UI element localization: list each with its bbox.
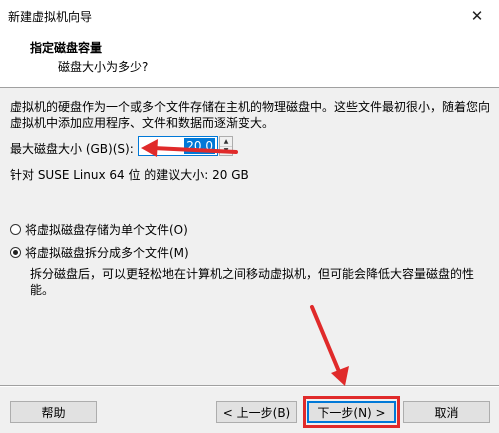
store-single-file-option[interactable]: 将虚拟磁盘存储为单个文件(O) — [10, 221, 188, 237]
close-icon: ✕ — [470, 6, 484, 25]
cancel-button[interactable]: 取消 — [403, 401, 490, 423]
disk-size-spinner[interactable]: ▲ ▼ — [219, 136, 233, 156]
annotation-arrow-icon-2 — [310, 305, 349, 386]
split-files-label: 将虚拟磁盘拆分成多个文件(M) — [25, 245, 189, 260]
next-button[interactable]: 下一步(N) > — [307, 401, 396, 423]
single-file-label: 将虚拟磁盘存储为单个文件(O) — [25, 222, 188, 237]
spin-down-button[interactable]: ▼ — [220, 146, 232, 155]
triangle-up-icon: ▲ — [223, 138, 229, 145]
radio-split-files[interactable] — [10, 246, 21, 258]
page-subtitle: 磁盘大小为多少? — [58, 60, 149, 74]
back-button[interactable]: < 上一步(B) — [216, 401, 297, 423]
window-title: 新建虚拟机向导 — [8, 10, 93, 24]
help-button[interactable]: 帮助 — [10, 401, 97, 423]
disk-size-label: 最大磁盘大小 (GB)(S): — [10, 142, 134, 156]
radio-single-file[interactable] — [10, 223, 21, 235]
recommended-size: 针对 SUSE Linux 64 位 的建议大小: 20 GB — [10, 168, 249, 182]
wizard-header: 指定磁盘容量 磁盘大小为多少? — [0, 31, 499, 88]
disk-size-field[interactable]: 20.0 — [138, 136, 218, 156]
triangle-down-icon: ▼ — [223, 147, 229, 154]
disk-description: 虚拟机的硬盘作为一个或多个文件存储在主机的物理磁盘中。这些文件最初很小，随着您向… — [10, 100, 491, 130]
disk-size-input[interactable]: 20.0 — [184, 138, 215, 154]
title-bar: 新建虚拟机向导 ✕ — [0, 0, 499, 32]
footer-divider — [0, 385, 499, 387]
split-multiple-files-option[interactable]: 将虚拟磁盘拆分成多个文件(M) — [10, 244, 189, 260]
page-title: 指定磁盘容量 — [30, 41, 103, 55]
split-description: 拆分磁盘后，可以更轻松地在计算机之间移动虚拟机，但可能会降低大容量磁盘的性能。 — [30, 267, 475, 297]
close-button[interactable]: ✕ — [455, 0, 499, 31]
